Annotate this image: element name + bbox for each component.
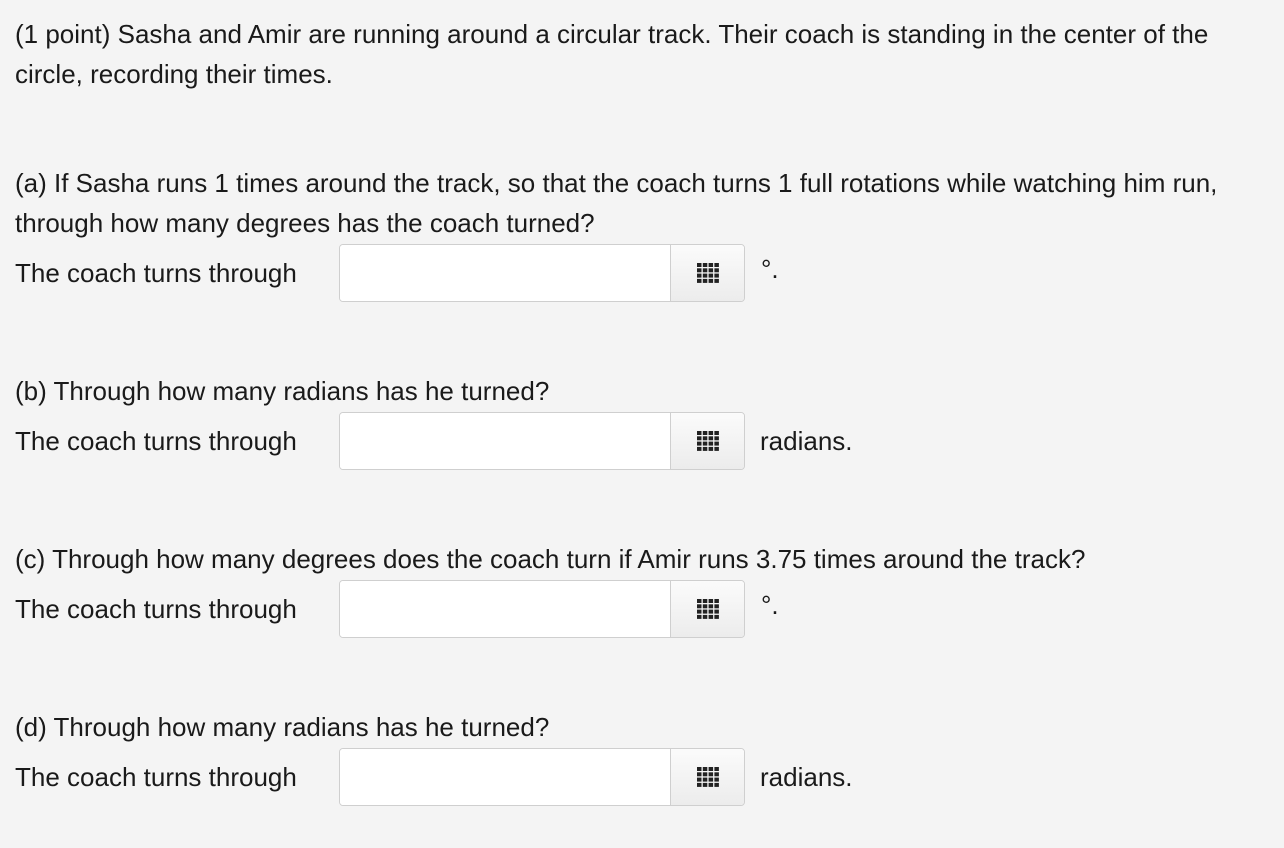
part-b-equation-editor-button[interactable] xyxy=(670,413,744,469)
part-a-answer-input[interactable] xyxy=(340,245,670,301)
part-c-answer-row: The coach turns through °. xyxy=(15,579,779,639)
part-c-equation-editor-button[interactable] xyxy=(670,581,744,637)
part-b-answer-row: The coach turns through radians. xyxy=(15,411,853,471)
part-a-answer-field xyxy=(339,244,745,302)
part-d-answer-input[interactable] xyxy=(340,749,670,805)
part-b-unit: radians. xyxy=(760,425,853,456)
part-b-question: (b) Through how many radians has he turn… xyxy=(15,376,550,406)
part-c-answer-input[interactable] xyxy=(340,581,670,637)
part-b-answer-input[interactable] xyxy=(340,413,670,469)
problem-intro-container: (1 point) Sasha and Amir are running aro… xyxy=(15,14,1273,94)
part-a-equation-editor-button[interactable] xyxy=(670,245,744,301)
problem-intro: (1 point) Sasha and Amir are running aro… xyxy=(15,19,1209,89)
grid-icon xyxy=(696,767,719,787)
part-d-answer-row: The coach turns through radians. xyxy=(15,747,853,807)
part-c-question: (c) Through how many degrees does the co… xyxy=(15,544,1086,574)
part-d-equation-editor-button[interactable] xyxy=(670,749,744,805)
part-d-unit: radians. xyxy=(760,761,853,792)
part-a-unit: °. xyxy=(761,253,779,284)
part-a-question: (a) If Sasha runs 1 times around the tra… xyxy=(15,168,1218,238)
part-b-label: The coach turns through xyxy=(15,425,297,456)
part-c-label: The coach turns through xyxy=(15,593,297,624)
part-a-answer-row: The coach turns through °. xyxy=(15,243,779,303)
grid-icon xyxy=(696,599,719,619)
grid-icon xyxy=(696,431,719,451)
part-d-question: (d) Through how many radians has he turn… xyxy=(15,712,550,742)
part-d-label: The coach turns through xyxy=(15,761,297,792)
grid-icon xyxy=(696,263,719,283)
part-c-answer-field xyxy=(339,580,745,638)
part-b-answer-field xyxy=(339,412,745,470)
part-c-unit: °. xyxy=(761,589,779,620)
part-a-label: The coach turns through xyxy=(15,257,297,288)
part-d-answer-field xyxy=(339,748,745,806)
